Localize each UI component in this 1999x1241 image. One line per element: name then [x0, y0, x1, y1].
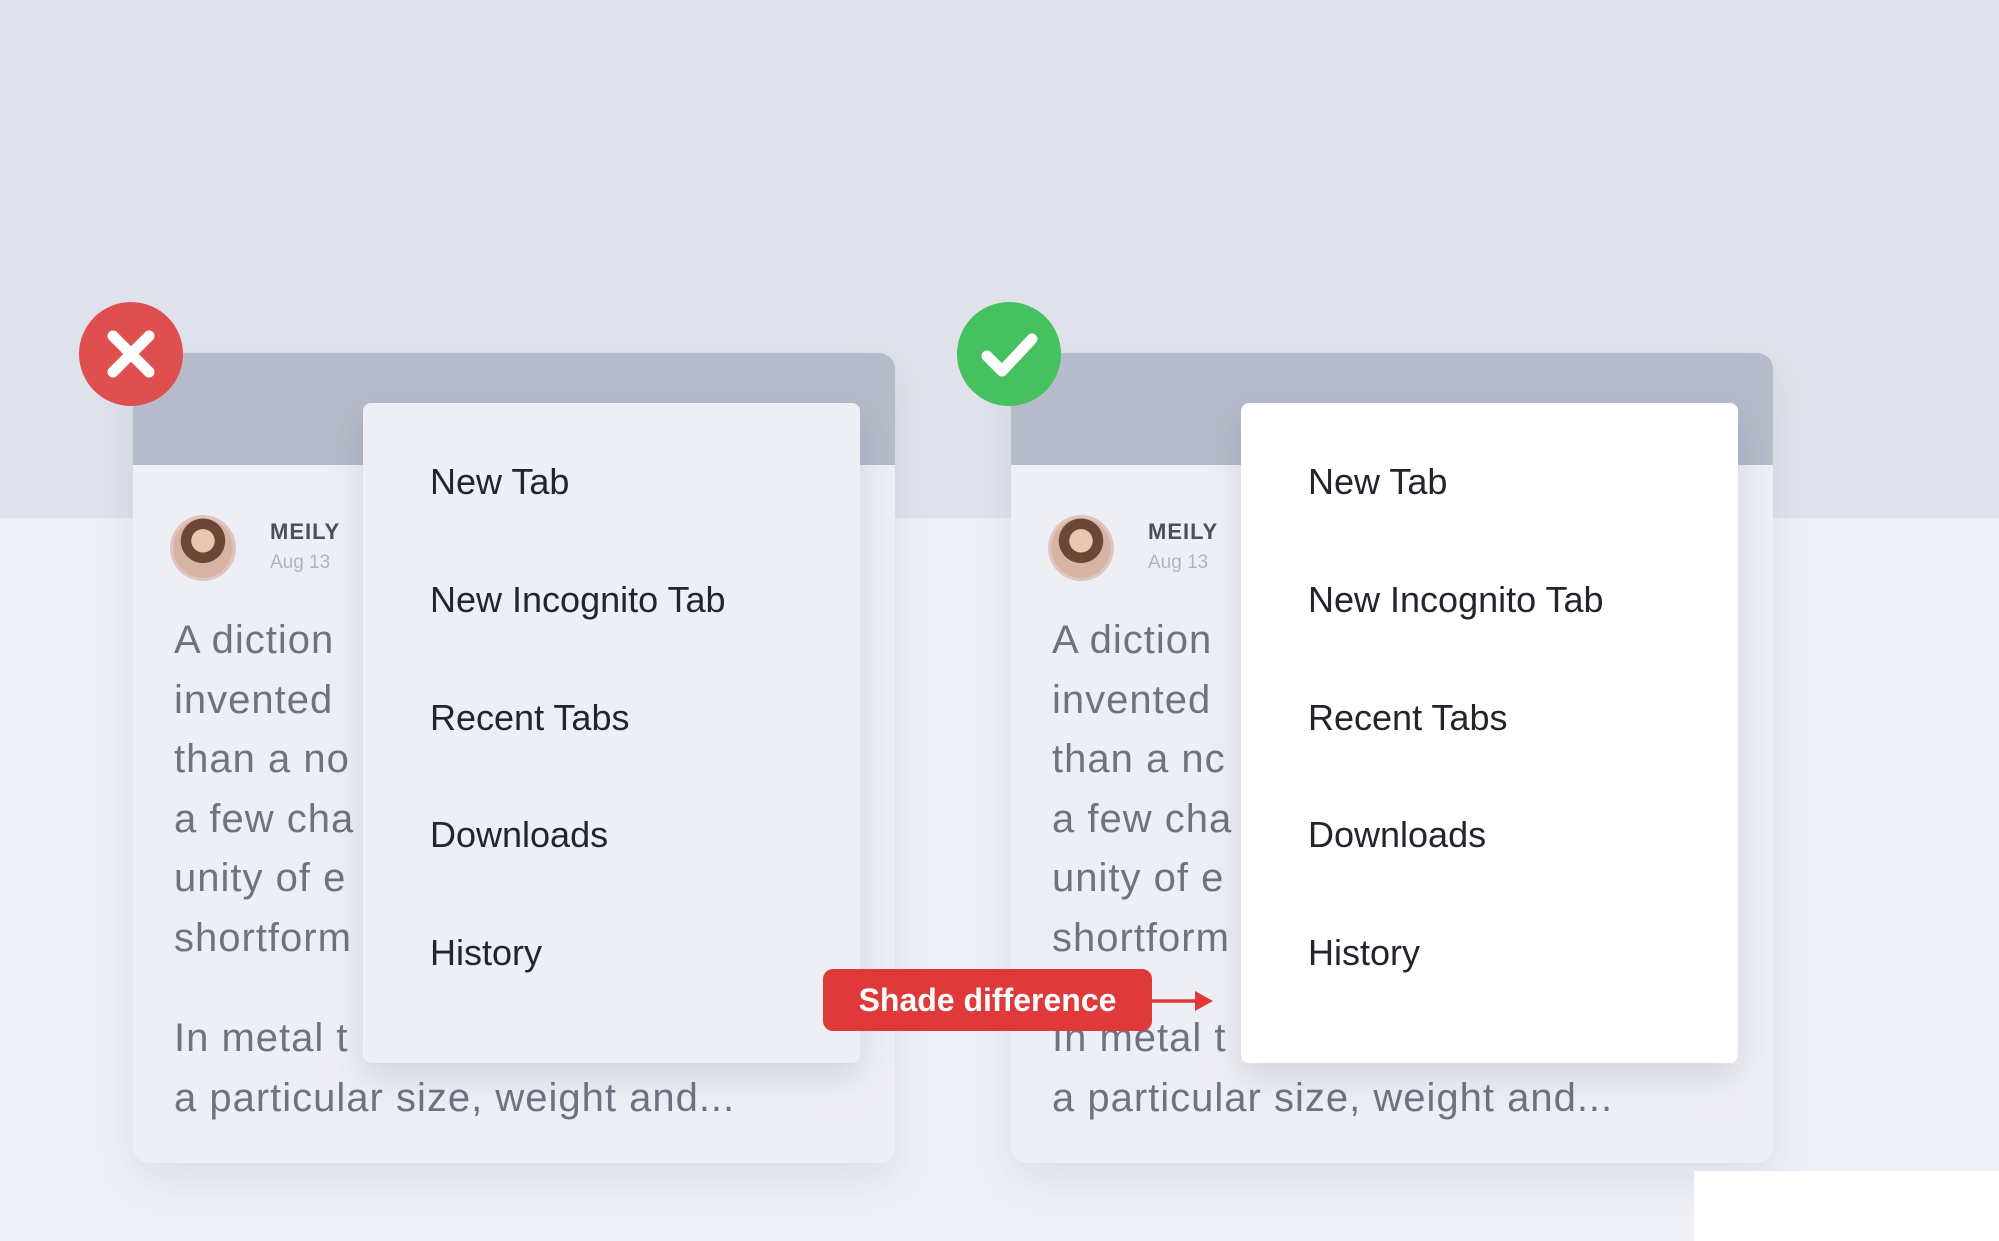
- menu-item-recent-tabs[interactable]: Recent Tabs: [1308, 697, 1507, 739]
- paragraph-line: shortform: [1052, 915, 1230, 960]
- paragraph-line: a few cha: [1052, 796, 1233, 841]
- paragraph-line: invented: [1052, 677, 1212, 722]
- panel-correct: MEILY Aug 13 · A diction invented than a…: [957, 302, 1837, 1163]
- paragraph-line: invented: [174, 677, 334, 722]
- menu-item-downloads[interactable]: Downloads: [430, 814, 608, 856]
- menu-item-new-tab[interactable]: New Tab: [1308, 461, 1447, 503]
- author-name: MEILY: [270, 519, 341, 544]
- article-paragraph: A diction invented than a no a few cha u…: [174, 611, 354, 968]
- author-name: MEILY: [1148, 519, 1219, 544]
- paragraph-line: a particular size, weight and...: [174, 1075, 736, 1120]
- menu-item-new-incognito-tab[interactable]: New Incognito Tab: [1308, 579, 1604, 621]
- post-date: Aug 13: [270, 552, 331, 573]
- check-icon: [957, 302, 1061, 406]
- shade-difference-callout: Shade difference: [823, 969, 1152, 1031]
- menu-item-history[interactable]: History: [1308, 932, 1420, 974]
- paragraph-line: unity of e: [1052, 856, 1225, 900]
- paragraph-line: A diction: [174, 618, 335, 662]
- corner-background-patch: [1694, 1171, 1999, 1241]
- panel-incorrect: MEILY Aug 13 · A diction invented than a…: [79, 302, 959, 1163]
- context-menu: New Tab New Incognito Tab Recent Tabs Do…: [1241, 403, 1738, 1063]
- menu-item-new-tab[interactable]: New Tab: [430, 461, 569, 503]
- menu-item-downloads[interactable]: Downloads: [1308, 814, 1486, 856]
- paragraph-line: than a no: [174, 737, 350, 781]
- paragraph-line: unity of e: [174, 856, 347, 900]
- paragraph-line: A diction: [1052, 618, 1213, 662]
- paragraph-line: than a nc: [1052, 737, 1226, 781]
- close-icon: [79, 302, 183, 406]
- arrow-right-icon: [1151, 991, 1213, 1011]
- avatar: [1051, 518, 1111, 578]
- context-menu: New Tab New Incognito Tab Recent Tabs Do…: [363, 403, 860, 1063]
- menu-item-new-incognito-tab[interactable]: New Incognito Tab: [430, 579, 726, 621]
- avatar: [173, 518, 233, 578]
- paragraph-line: a particular size, weight and...: [1052, 1075, 1614, 1120]
- menu-item-recent-tabs[interactable]: Recent Tabs: [430, 697, 629, 739]
- post-date: Aug 13: [1148, 552, 1209, 573]
- paragraph-line: a few cha: [174, 796, 355, 841]
- menu-item-history[interactable]: History: [430, 932, 542, 974]
- paragraph-line: shortform: [174, 915, 352, 960]
- article-paragraph: A diction invented than a nc a few cha u…: [1052, 611, 1232, 968]
